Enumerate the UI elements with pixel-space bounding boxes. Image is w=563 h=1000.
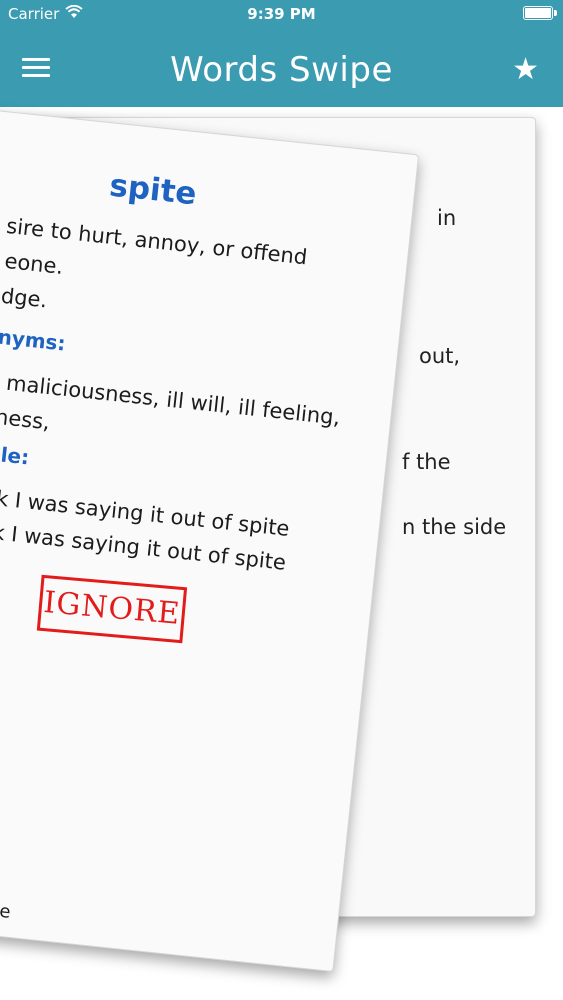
favorites-star-icon[interactable]: ★	[512, 52, 539, 87]
back-card-text: n the side	[402, 515, 507, 539]
synonyms-line: , maliciousness, ill will, ill feeling,	[0, 369, 342, 430]
ignore-stamp: IGNORE	[36, 574, 188, 644]
top-bar: Carrier 9:39 PM Words Swipe ★	[0, 0, 563, 107]
status-bar: Carrier 9:39 PM	[0, 0, 563, 30]
page-title: Words Swipe	[170, 50, 393, 90]
back-card-text: in	[437, 206, 457, 230]
card-footer: s Swipe	[0, 895, 12, 923]
example-label: ple:	[0, 441, 31, 470]
navigation-bar: Words Swipe ★	[0, 30, 563, 107]
synonyms-line: lness,	[0, 404, 51, 435]
definition-line: dge.	[0, 283, 49, 313]
synonyms-label: nyms:	[0, 324, 67, 356]
back-card-text: f the	[402, 450, 451, 474]
back-card-text: out,	[419, 344, 461, 368]
battery-icon	[523, 6, 557, 20]
status-time: 9:39 PM	[247, 5, 316, 23]
definition-line: eone.	[3, 248, 65, 279]
